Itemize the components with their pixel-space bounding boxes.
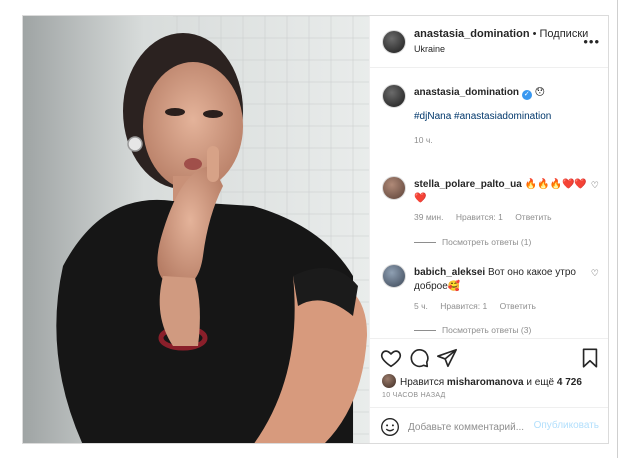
caption-hashtags[interactable]: #djNana #anastasiadomination <box>414 111 551 122</box>
commenter-username[interactable]: stella_polare_palto_ua <box>414 179 522 190</box>
liker-avatar[interactable] <box>382 374 396 388</box>
liker-username[interactable]: misharomanova <box>447 377 524 388</box>
author-username[interactable]: anastasia_domination <box>414 28 530 40</box>
commenter-username[interactable]: babich_aleksei <box>414 267 485 278</box>
page-edge-divider <box>617 0 618 458</box>
replies-divider <box>414 330 436 332</box>
view-replies-label[interactable]: Посмотреть ответы (1) <box>442 237 531 247</box>
comment-input[interactable] <box>408 418 538 436</box>
comment-likes-count[interactable]: Нравится: 1 <box>440 301 487 311</box>
author-avatar[interactable] <box>382 30 406 54</box>
verified-badge-icon: ✓ <box>521 90 532 100</box>
comment-likes-count[interactable]: Нравится: 1 <box>456 212 503 222</box>
bookmark-icon[interactable] <box>579 347 601 369</box>
photo-illustration <box>23 16 369 443</box>
post-card: anastasia_domination • Подписки Ukraine … <box>22 15 609 444</box>
post-side-panel: anastasia_domination • Подписки Ukraine … <box>369 16 608 443</box>
post-location[interactable]: Ukraine <box>414 44 445 54</box>
commenter-avatar[interactable] <box>382 264 406 288</box>
replies-divider <box>414 242 436 244</box>
caption: anastasia_domination ✓ 😯 #djNana #anasta… <box>370 84 608 154</box>
post-photo[interactable] <box>23 16 369 443</box>
paper-plane-icon[interactable] <box>436 347 458 369</box>
view-replies-label[interactable]: Посмотреть ответы (3) <box>442 325 531 335</box>
caption-emoji: 😯 <box>534 87 546 98</box>
comment-like-heart-icon[interactable]: ♡ <box>591 180 599 191</box>
likes-summary: Нравится misharomanova и ещё 4 726 <box>382 374 582 388</box>
comment-text: stella_polare_palto_ua 🔥🔥🔥❤️❤️❤️ <box>414 178 589 206</box>
comment-reply-button[interactable]: Ответить <box>515 212 551 222</box>
comment-item: babich_aleksei Вот оно какое утро доброе… <box>370 264 608 340</box>
heart-icon[interactable] <box>380 347 402 369</box>
page: anastasia_domination • Подписки Ukraine … <box>0 0 620 458</box>
add-comment-bar: Опубликовать <box>370 407 608 443</box>
follow-button[interactable]: Подписки <box>540 28 589 40</box>
smile-icon[interactable] <box>380 417 400 437</box>
comment-item: stella_polare_palto_ua 🔥🔥🔥❤️❤️❤️ ♡ 39 ми… <box>370 176 608 252</box>
caption-username[interactable]: anastasia_domination <box>414 87 519 98</box>
caption-hashtags-line: #djNana #anastasiadomination <box>414 110 589 124</box>
comment-like-heart-icon[interactable]: ♡ <box>591 268 599 279</box>
post-header: anastasia_domination • Подписки Ukraine … <box>370 16 608 68</box>
author-line: anastasia_domination • Подписки <box>414 28 588 40</box>
caption-avatar[interactable] <box>382 84 406 108</box>
comment-reply-button[interactable]: Ответить <box>500 301 536 311</box>
comment-time: 39 мин. <box>414 212 444 222</box>
comment-time: 5 ч. <box>414 301 428 311</box>
commenter-avatar[interactable] <box>382 176 406 200</box>
view-replies[interactable]: Посмотреть ответы (1) <box>414 237 531 247</box>
action-bar <box>370 338 608 374</box>
caption-time: 10 ч. <box>414 135 433 145</box>
comment-meta: 5 ч. Нравится: 1 Ответить <box>414 301 546 311</box>
likes-suffix: и ещё <box>526 377 555 388</box>
comment-icon[interactable] <box>408 347 430 369</box>
likes-count[interactable]: 4 726 <box>557 377 582 388</box>
comment-text: babich_aleksei Вот оно какое утро доброе… <box>414 266 584 294</box>
caption-text: anastasia_domination ✓ 😯 <box>414 86 589 100</box>
caption-meta: 10 ч. <box>414 135 443 145</box>
more-dots-icon[interactable]: ••• <box>583 34 600 49</box>
post-time-ago[interactable]: 10 ЧАСОВ НАЗАД <box>382 392 446 399</box>
comment-meta: 39 мин. Нравится: 1 Ответить <box>414 212 562 222</box>
likes-prefix: Нравится <box>400 377 445 388</box>
follow-separator: • <box>529 28 540 40</box>
post-comment-button[interactable]: Опубликовать <box>534 420 599 431</box>
view-replies[interactable]: Посмотреть ответы (3) <box>414 325 531 335</box>
comments-list: anastasia_domination ✓ 😯 #djNana #anasta… <box>370 68 608 340</box>
